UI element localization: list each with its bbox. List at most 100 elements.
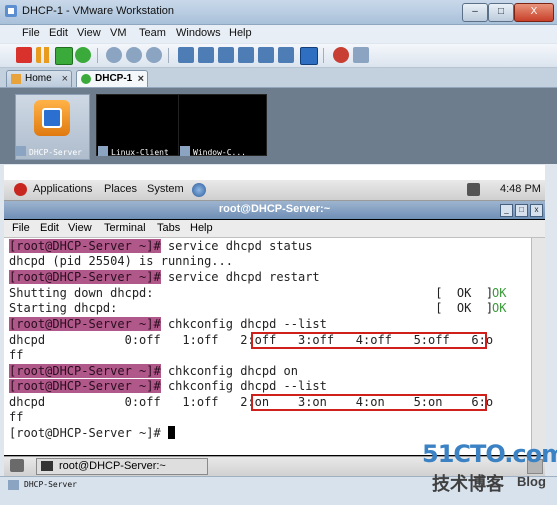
terminal-line: Starting dhcpd: [ OK ] (9, 301, 493, 316)
network-globe-icon[interactable] (192, 183, 206, 197)
terminal-menu-help[interactable]: Help (190, 222, 213, 234)
window-title: DHCP-1 - VMware Workstation (22, 5, 174, 17)
tab-home[interactable]: Home × (6, 70, 72, 87)
menu-system[interactable]: System (147, 183, 184, 195)
terminal-output[interactable]: [root@DHCP-Server ~]# service dhcpd stat… (4, 238, 545, 455)
suspend-icon[interactable] (36, 47, 52, 63)
unity-icon[interactable] (258, 47, 274, 63)
ok-status: OK (492, 301, 507, 315)
menu-view[interactable]: View (77, 27, 101, 39)
menu-places[interactable]: Places (104, 183, 137, 195)
terminal-line: [root@DHCP-Server ~]# chkconfig dhcpd --… (9, 317, 327, 332)
taskbar-item-label: root@DHCP-Server:~ (59, 460, 166, 472)
redhat-icon (14, 183, 27, 196)
shell-prompt: [root@DHCP-Server ~]# (9, 379, 161, 393)
vm-thumbnail-icon (16, 146, 26, 156)
clock[interactable]: 4:48 PM (500, 183, 541, 195)
summary-view-icon[interactable] (218, 47, 234, 63)
menu-edit[interactable]: Edit (49, 27, 68, 39)
text-cursor (167, 426, 175, 439)
vmware-logo-inner (42, 108, 62, 128)
terminal-line: [root@DHCP-Server ~]# service dhcpd rest… (9, 270, 320, 285)
revert-snapshot-icon[interactable] (126, 47, 142, 63)
power-off-icon[interactable] (16, 47, 32, 63)
terminal-menubar: File Edit View Terminal Tabs Help (4, 220, 545, 238)
current-prompt: [root@DHCP-Server ~]# (9, 426, 168, 440)
terminal-line: Shutting down dhcpd: [ OK ] (9, 286, 493, 301)
vm-status-icon (8, 480, 19, 490)
reset-icon[interactable] (75, 47, 91, 63)
thumbnail-label-dhcp-server: DHCP-Server (29, 148, 82, 157)
quick-switch-icon[interactable] (198, 47, 214, 63)
watermark-blog: Blog (517, 474, 546, 489)
taskbar-terminal-item[interactable]: root@DHCP-Server:~ (36, 458, 208, 475)
vm-status-label: DHCP-Server (24, 480, 77, 489)
terminal-menu-view[interactable]: View (68, 222, 92, 234)
output-text: Starting dhcpd: [ OK ] (9, 301, 494, 315)
snapshot-manager-icon[interactable] (146, 47, 162, 63)
thumbnail-linux-client[interactable] (96, 94, 185, 156)
command-text: chkconfig dhcpd --list (160, 379, 327, 393)
vm-running-icon (81, 74, 91, 84)
watermark-logo: 51CTO.com (422, 440, 557, 468)
menu-windows[interactable]: Windows (176, 27, 221, 39)
terminal-menu-edit[interactable]: Edit (40, 222, 59, 234)
shell-prompt: [root@DHCP-Server ~]# (9, 364, 161, 378)
highlight-runlevels-on (251, 394, 487, 411)
thumbnail-window-c[interactable] (178, 94, 267, 156)
terminal-menu-terminal[interactable]: Terminal (104, 222, 146, 234)
terminal-line: [root@DHCP-Server ~]# chkconfig dhcpd --… (9, 379, 327, 394)
menu-vm[interactable]: VM (110, 27, 127, 39)
vm-menubar: File Edit View VM Team Windows Help (0, 25, 557, 43)
tab-dhcp-1-label: DHCP-1 (95, 73, 133, 84)
terminal-line: [root@DHCP-Server ~]# service dhcpd stat… (9, 239, 312, 254)
vm-tabbar: Home × DHCP-1 × (0, 68, 557, 88)
tab-dhcp-1[interactable]: DHCP-1 × (76, 70, 148, 87)
terminal-maximize-button[interactable]: □ (515, 204, 528, 217)
thumbnail-bar-icon[interactable] (300, 47, 318, 65)
terminal-scrollbar[interactable] (531, 238, 546, 455)
terminal-line: ff (9, 410, 24, 424)
movie-icon[interactable] (353, 47, 369, 63)
terminal-title: root@DHCP-Server:~ (218, 203, 331, 215)
maximize-button[interactable]: □ (488, 3, 514, 22)
shell-prompt: [root@DHCP-Server ~]# (9, 317, 161, 331)
vm-thumbnail-icon (180, 146, 190, 156)
power-on-icon[interactable] (55, 47, 73, 65)
output-text: Shutting down dhcpd: [ OK ] (9, 286, 494, 300)
tab-dhcp-1-close-icon[interactable]: × (138, 71, 144, 87)
command-text: service dhcpd status (160, 239, 313, 253)
menu-team[interactable]: Team (139, 27, 166, 39)
shell-prompt: [root@DHCP-Server ~]# (9, 239, 161, 253)
watermark-subtitle: 技术博客 (432, 474, 504, 494)
minimize-button[interactable]: – (462, 3, 488, 22)
shell-prompt: [root@DHCP-Server ~]# (9, 270, 161, 284)
gnome-top-panel: Applications Places System 4:48 PM (4, 180, 545, 201)
terminal-close-button[interactable]: x (530, 204, 543, 217)
vm-toolbar (0, 44, 557, 68)
show-desktop-icon[interactable] (10, 459, 24, 472)
volume-icon[interactable] (467, 183, 480, 196)
unity-full-icon[interactable] (278, 47, 294, 63)
menu-applications[interactable]: Applications (33, 183, 92, 195)
terminal-icon (41, 461, 53, 471)
home-icon (11, 74, 21, 84)
ok-status: OK (492, 286, 507, 300)
command-text: chkconfig dhcpd --list (160, 317, 327, 331)
menu-file[interactable]: File (22, 27, 40, 39)
terminal-menu-tabs[interactable]: Tabs (157, 222, 180, 234)
snapshot-icon[interactable] (106, 47, 122, 63)
full-screen-icon[interactable] (178, 47, 194, 63)
terminal-minimize-button[interactable]: _ (500, 204, 513, 217)
tab-home-close-icon[interactable]: × (62, 71, 68, 87)
vm-thumbnail-icon (98, 146, 108, 156)
menu-help[interactable]: Help (229, 27, 252, 39)
terminal-line: [root@DHCP-Server ~]# (9, 426, 175, 441)
capture-icon[interactable] (333, 47, 349, 63)
command-text: chkconfig dhcpd on (160, 364, 298, 378)
close-button[interactable]: X (514, 3, 554, 22)
terminal-menu-file[interactable]: File (12, 222, 30, 234)
console-view-icon[interactable] (238, 47, 254, 63)
thumbnail-label-linux-client: Linux-Client (111, 148, 169, 157)
command-text: service dhcpd restart (160, 270, 320, 284)
